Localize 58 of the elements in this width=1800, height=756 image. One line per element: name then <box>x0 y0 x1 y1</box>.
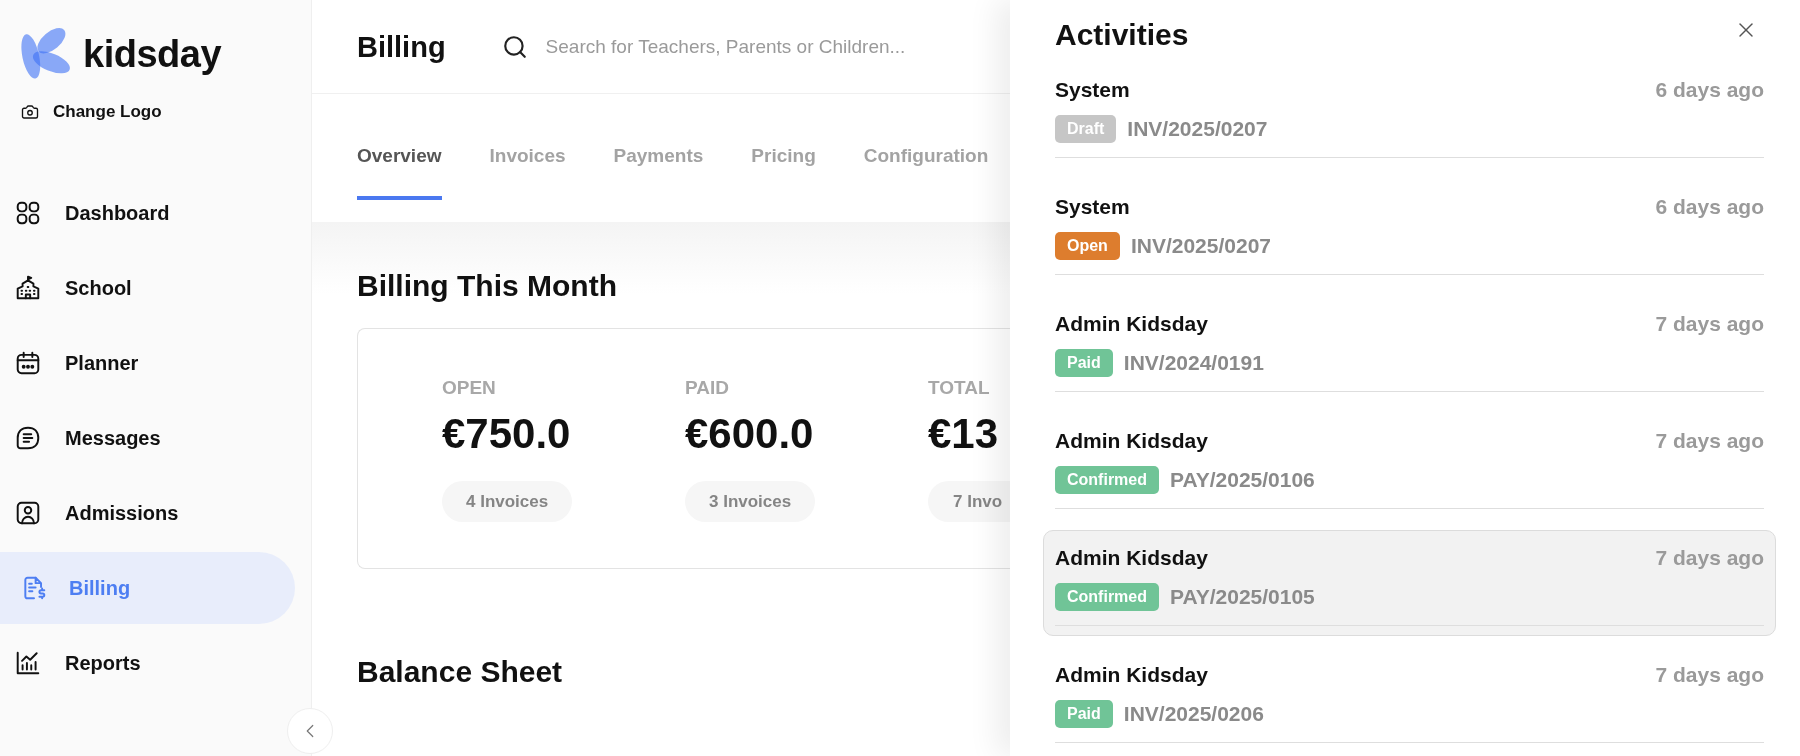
actor-name: System <box>1055 195 1130 219</box>
time-label: 7 days ago <box>1655 312 1764 336</box>
section-title: Balance Sheet <box>357 654 564 690</box>
status-badge: Paid <box>1055 349 1113 377</box>
activity-item[interactable]: Admin Kidsday 7 days ago Confirmed PAY/2025/0105 <box>1043 530 1776 636</box>
stat-label: TOTAL <box>928 376 990 400</box>
search-field[interactable]: Search for Teachers, Parents or Children... <box>545 31 1010 62</box>
search-icon <box>501 33 528 60</box>
sidebar-item[interactable]: School <box>0 252 295 324</box>
time-label: 6 days ago <box>1655 78 1764 102</box>
person-card-icon <box>15 500 41 526</box>
tab[interactable]: Overview <box>357 144 442 200</box>
school-icon <box>15 275 41 301</box>
actor-name: Admin Kidsday <box>1055 546 1208 570</box>
change-logo-button[interactable]: Change Logo <box>21 101 162 123</box>
sidebar-item[interactable]: Messages <box>0 402 295 474</box>
invoice-count-badge: 7 Invo <box>928 481 1010 522</box>
stat-amount: €13 <box>928 410 999 458</box>
reference-code: INV/2025/0206 <box>1123 702 1264 726</box>
time-label: 7 days ago <box>1655 663 1764 687</box>
actor-name: Admin Kidsday <box>1055 312 1208 336</box>
sidebar-item[interactable]: Admissions <box>0 477 295 549</box>
stat-label: OPEN <box>442 376 496 400</box>
calendar-icon <box>15 350 41 376</box>
stat-amount: €600.0 <box>685 410 814 458</box>
reference-code: PAY/2025/0106 <box>1170 468 1315 492</box>
reference-code: INV/2024/0191 <box>1123 351 1264 375</box>
reference-code: INV/2025/0207 <box>1127 117 1268 141</box>
sidebar-item[interactable]: Dashboard <box>0 177 295 249</box>
status-badge: Confirmed <box>1055 466 1159 494</box>
page-title: Billing <box>357 29 446 65</box>
camera-icon <box>21 103 39 121</box>
actor-name: System <box>1055 78 1130 102</box>
time-label: 6 days ago <box>1655 195 1764 219</box>
reference-code: INV/2025/0207 <box>1130 234 1271 258</box>
actor-name: Admin Kidsday <box>1055 663 1208 687</box>
panel-title: Activities <box>1055 17 1189 53</box>
status-badge: Paid <box>1055 700 1113 728</box>
logo-text: kidsday <box>83 31 222 76</box>
reference-code: PAY/2025/0105 <box>1170 585 1315 609</box>
chat-bubble-icon <box>15 425 41 451</box>
stat-amount: €750.0 <box>442 410 571 458</box>
status-badge: Open <box>1055 232 1120 260</box>
status-badge: Confirmed <box>1055 583 1159 611</box>
status-badge: Draft <box>1055 115 1117 143</box>
time-label: 7 days ago <box>1655 429 1764 453</box>
time-label: 7 days ago <box>1655 546 1764 570</box>
stat-label: PAID <box>685 376 729 400</box>
receipt-dollar-icon <box>21 575 47 601</box>
sidebar-item[interactable]: Planner <box>0 327 295 399</box>
invoice-count-badge: 4 Invoices <box>442 481 573 522</box>
invoice-count-badge: 3 Invoices <box>685 481 816 522</box>
actor-name: Admin Kidsday <box>1055 429 1208 453</box>
petal-logo-icon <box>20 25 73 82</box>
sidebar-item[interactable]: Reports <box>0 627 295 699</box>
section-title: Billing This Month <box>357 268 618 304</box>
bar-chart-icon <box>15 650 41 676</box>
grid-icon <box>15 200 41 226</box>
